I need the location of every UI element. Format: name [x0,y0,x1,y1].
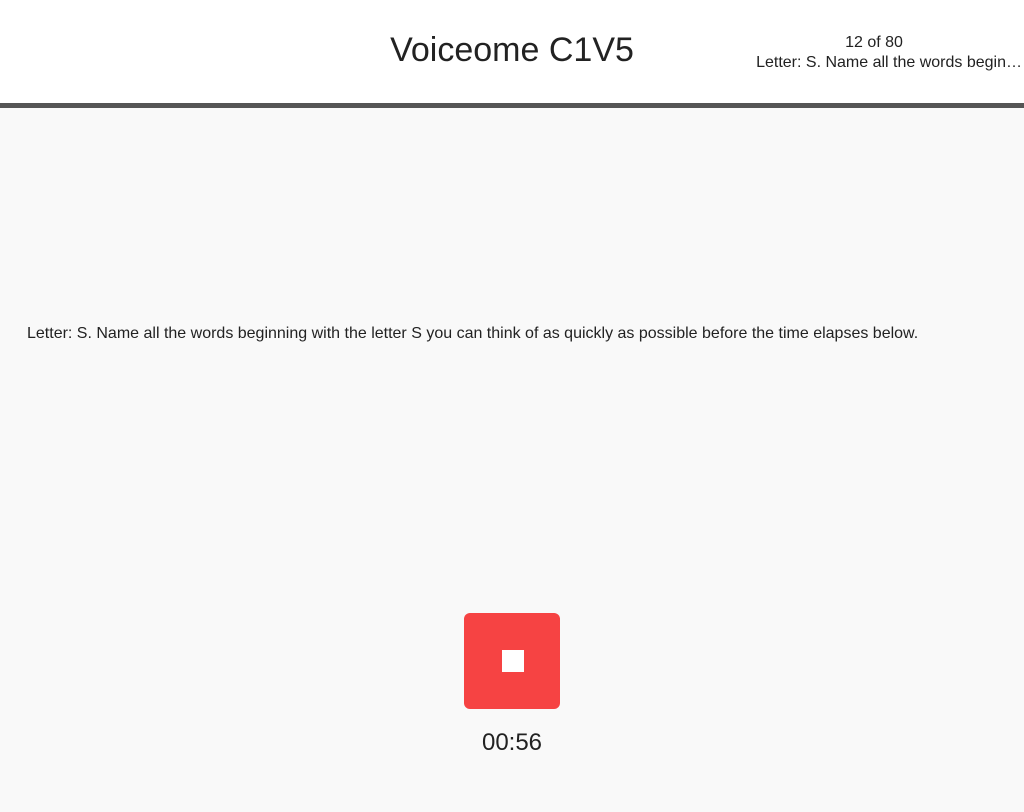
task-instructions: Letter: S. Name all the words beginning … [27,325,919,342]
progress-counter: 12 of 80 [845,34,903,51]
countdown-timer: 00:56 [481,729,543,756]
prompt-preview: Letter: S. Name all the words begin… [756,54,1022,71]
header-bar: Voiceome C1V5 12 of 80 Letter: S. Name a… [0,0,1024,108]
progress-info: 12 of 80 Letter: S. Name all the words b… [724,33,1024,73]
recorder: 00:56 [0,613,1024,757]
stop-icon [502,650,524,672]
stop-recording-button[interactable] [464,613,560,709]
